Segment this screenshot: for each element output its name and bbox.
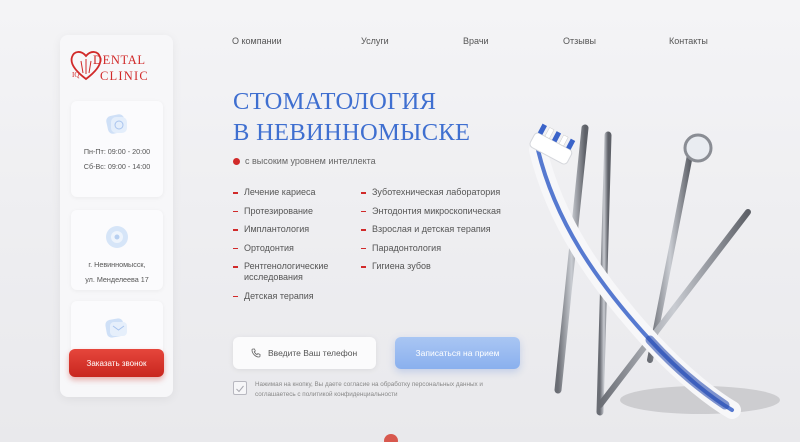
phone-icon [251,348,261,358]
service-item[interactable]: Взрослая и детская терапия [361,224,521,235]
check-icon [236,385,244,393]
scroll-indicator[interactable] [384,434,398,442]
service-item[interactable]: Парадонтология [361,243,521,254]
service-item[interactable]: Протезирование [233,206,353,217]
subtitle-text: с высоким уровнем интеллекта [245,156,376,166]
service-item[interactable]: Ортодонтия [233,243,353,254]
logo[interactable]: IQ DENTAL CLINIC [68,47,168,87]
logo-text-dental: DENTAL [93,53,146,67]
hours-saturday: Сб-Вс: 09:00 - 14:00 [83,162,151,171]
subtitle: с высоким уровнем интеллекта [233,156,376,166]
hours-weekdays: Пн-Пт: 09:00 - 20:00 [83,147,151,156]
clock-icon [106,114,127,134]
consent-checkbox[interactable] [233,381,247,395]
phone-placeholder: Введите Ваш телефон [268,348,358,358]
address-city: г. Невинномысск, [88,260,146,269]
service-item[interactable]: Детская терапия [233,291,353,302]
address-street: ул. Менделеева 17 [85,275,149,284]
title-line-1: СТОМАТОЛОГИЯ [233,88,437,115]
nav-reviews[interactable]: Отзывы [563,36,596,46]
phone-input[interactable]: Введите Ваш телефон [233,337,376,369]
title-line-2: В НЕВИННОМЫСКЕ [233,119,471,146]
logo-text-clinic: CLINIC [100,69,149,83]
mail-icon [105,318,127,338]
location-icon [106,226,128,248]
nav-contacts[interactable]: Контакты [669,36,708,46]
logo-mark: IQ [72,71,79,79]
sidebar: IQ DENTAL CLINIC Пн-Пт: 09:00 - 20:00 Сб… [60,35,173,397]
nav-services[interactable]: Услуги [361,36,389,46]
services-list-2: Зуботехническая лаборатория Энтодонтия м… [361,187,521,280]
nav-doctors[interactable]: Врачи [463,36,489,46]
service-item[interactable]: Энтодонтия микроскопическая [361,206,521,217]
hours-card: Пн-Пт: 09:00 - 20:00 Сб-Вс: 09:00 - 14:0… [71,101,163,197]
address-card: г. Невинномысск, ул. Менделеева 17 [71,210,163,290]
red-dot-icon [233,157,240,165]
order-call-button[interactable]: Заказать звонок [69,349,164,377]
consent-text: Нажимая на кнопку, Вы даете согласие на … [255,381,483,398]
service-item[interactable]: Гигиена зубов [361,261,521,272]
service-item[interactable]: Зуботехническая лаборатория [361,187,521,198]
service-item[interactable]: Имплантология [233,224,353,235]
service-item[interactable]: Рентгенологические исследования [233,261,353,283]
services-list-1: Лечение кариеса Протезирование Имплантол… [233,187,353,309]
nav-about[interactable]: О компании [232,36,282,46]
service-item[interactable]: Лечение кариеса [233,187,353,198]
dental-tools-image [529,123,780,419]
page-title: СТОМАТОЛОГИЯ В НЕВИННОМЫСКЕ [233,86,533,148]
